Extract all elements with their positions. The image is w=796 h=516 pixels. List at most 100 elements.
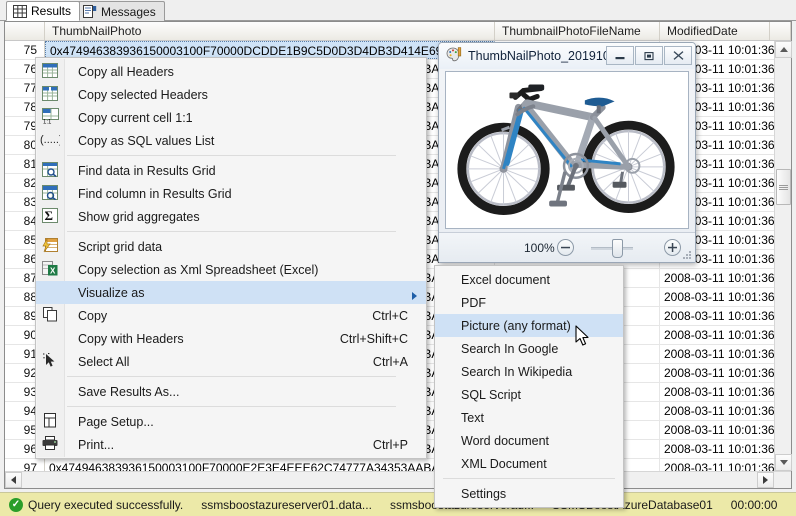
submenu-item-excel-document[interactable]: Excel document xyxy=(435,268,623,291)
vertical-scroll-thumb[interactable] xyxy=(776,169,791,205)
scroll-right-button[interactable] xyxy=(757,472,774,488)
menu-item-copy-as-sql-values-list[interactable]: (.....) Copy as SQL values List xyxy=(36,129,426,152)
copy-all-headers-icon xyxy=(42,62,58,81)
grid-corner-header[interactable] xyxy=(5,22,45,40)
column-header-thumbnailphotofilename[interactable]: ThumbnailPhotoFileName xyxy=(495,22,660,40)
menu-item-label: Copy as SQL values List xyxy=(78,133,215,148)
submenu-item-search-in-wikipedia[interactable]: Search In Wikipedia xyxy=(435,360,623,383)
success-check-icon: ✓ xyxy=(9,497,23,512)
grip-icon xyxy=(779,184,788,191)
menu-item-select-all[interactable]: Select All Ctrl+A xyxy=(36,350,426,373)
submenu-item-text[interactable]: Text xyxy=(435,406,623,429)
menu-item-find-data-in-results-grid[interactable]: Find data in Results Grid xyxy=(36,159,426,182)
submenu-item-settings[interactable]: Settings xyxy=(435,482,623,505)
menu-item-label: Visualize as xyxy=(78,285,145,300)
resize-grip-icon[interactable] xyxy=(680,248,692,260)
cell-modifieddate[interactable]: 2008-03-11 10:01:36.827 xyxy=(660,269,774,287)
palette-icon xyxy=(446,47,462,65)
restore-button[interactable] xyxy=(635,46,663,65)
zoom-out-button[interactable] xyxy=(557,239,574,256)
menu-separator xyxy=(67,376,396,377)
menu-item-page-setup[interactable]: Page Setup... xyxy=(36,410,426,433)
menu-item-visualize-as[interactable]: Visualize as xyxy=(36,281,426,304)
column-header-thumbnailphoto[interactable]: ThumbNailPhoto xyxy=(45,22,495,40)
cell-modifieddate[interactable]: 2008-03-11 10:01:36.827 xyxy=(660,345,774,363)
excel-icon: X xyxy=(36,259,64,281)
column-header-modifieddate[interactable]: ModifiedDate xyxy=(660,22,770,40)
menu-item-show-grid-aggregates[interactable]: Σ Show grid aggregates xyxy=(36,205,426,228)
cell-modifieddate[interactable]: 2008-03-11 10:01:36.827 xyxy=(660,402,774,420)
status-server: ssmsboostazureserver01.data... xyxy=(201,497,372,512)
grid-vertical-scrollbar[interactable] xyxy=(774,41,792,471)
menu-item-script-grid-data[interactable]: Script grid data xyxy=(36,235,426,258)
grid-context-menu[interactable]: Copy all Headers Copy selected Headers 1:1… xyxy=(35,57,427,459)
menu-item-copy-all-headers[interactable]: Copy all Headers xyxy=(36,60,426,83)
menu-item-label: Copy all Headers xyxy=(78,64,174,79)
copy-cell-1to1-icon: 1:1 xyxy=(36,107,64,129)
bicycle-image xyxy=(446,72,688,228)
menu-item-label: Copy xyxy=(78,308,108,323)
status-elapsed: 00:00:00 xyxy=(730,497,778,512)
cell-modifieddate[interactable]: 2008-03-11 10:01:36.827 xyxy=(660,421,774,439)
status-bar: ✓ Query executed successfully. ssmsboost… xyxy=(0,492,796,516)
copy-selected-headers-icon xyxy=(42,85,58,104)
submenu-item-pdf[interactable]: PDF xyxy=(435,291,623,314)
cell-modifieddate[interactable]: 2008-03-11 10:01:36.827 xyxy=(660,326,774,344)
image-preview-window[interactable]: ThumbNailPhoto_2019100... 100% xyxy=(438,42,696,263)
submenu-separator xyxy=(443,478,615,479)
menu-item-label: Find column in Results Grid xyxy=(78,186,232,201)
minimize-button[interactable] xyxy=(606,46,634,65)
menu-item-print[interactable]: Print... Ctrl+P xyxy=(36,433,426,456)
submenu-item-label: Search In Wikipedia xyxy=(461,364,573,379)
cell-modifieddate[interactable]: 2008-03-11 10:01:36.827 xyxy=(660,383,774,401)
submenu-item-sql-script[interactable]: SQL Script xyxy=(435,383,623,406)
submenu-item-picture-any-format[interactable]: Picture (any format) xyxy=(435,314,623,337)
scroll-left-button[interactable] xyxy=(5,472,22,488)
cell-modifieddate[interactable]: 2008-03-11 10:01:36.827 xyxy=(660,307,774,325)
submenu-item-label: PDF xyxy=(461,295,486,310)
find-data-icon xyxy=(42,161,58,180)
cell-thumbnailphoto[interactable]: 0x474946383936150003100F70000E2E3E4EEE62… xyxy=(45,459,495,471)
cell-modifieddate[interactable]: 2008-03-11 10:01:36.827 xyxy=(660,364,774,382)
submenu-item-label: Excel document xyxy=(461,272,550,287)
image-preview-title: ThumbNailPhoto_2019100... xyxy=(468,49,628,63)
copy-icon xyxy=(36,305,64,327)
svg-text:X: X xyxy=(50,266,56,275)
zoom-slider-thumb[interactable] xyxy=(612,239,623,258)
table-row[interactable]: 97 0x474946383936150003100F70000E2E3E4EEE… xyxy=(5,459,774,471)
visualize-as-submenu[interactable]: Excel document PDF Picture (any format) Sea… xyxy=(434,265,624,508)
zoom-in-button[interactable] xyxy=(664,239,681,256)
image-preview-titlebar[interactable]: ThumbNailPhoto_2019100... xyxy=(439,43,695,69)
tab-results[interactable]: Results xyxy=(6,1,81,21)
scroll-down-button[interactable] xyxy=(775,454,792,471)
submenu-item-search-in-google[interactable]: Search In Google xyxy=(435,337,623,360)
image-preview-canvas[interactable] xyxy=(445,71,689,229)
tab-results-label: Results xyxy=(31,4,72,18)
scroll-up-button[interactable] xyxy=(775,41,792,58)
menu-item-copy-selected-headers[interactable]: Copy selected Headers xyxy=(36,83,426,106)
close-button[interactable] xyxy=(664,46,692,65)
menu-item-save-results-as[interactable]: Save Results As... xyxy=(36,380,426,403)
submenu-item-xml-document[interactable]: XML Document xyxy=(435,452,623,475)
submenu-arrow-icon xyxy=(412,289,417,303)
printer-icon xyxy=(36,434,64,456)
find-column-icon xyxy=(36,183,64,205)
tab-messages[interactable]: Messages xyxy=(76,1,165,21)
menu-item-label: Copy selected Headers xyxy=(78,87,208,102)
submenu-item-word-document[interactable]: Word document xyxy=(435,429,623,452)
menu-item-find-column-in-results-grid[interactable]: Find column in Results Grid xyxy=(36,182,426,205)
zoom-level-label: 100% xyxy=(524,240,555,255)
cell-modifieddate[interactable]: 2008-03-11 10:01:36.827 xyxy=(660,440,774,458)
row-number[interactable]: 97 xyxy=(5,459,45,471)
menu-item-copy-current-cell-1-1[interactable]: 1:1 Copy current cell 1:1 xyxy=(36,106,426,129)
menu-item-copy[interactable]: Copy Ctrl+C xyxy=(36,304,426,327)
menu-item-copy-with-headers[interactable]: Copy with Headers Ctrl+Shift+C xyxy=(36,327,426,350)
script-grid-icon xyxy=(42,237,58,256)
menu-item-shortcut: Ctrl+Shift+C xyxy=(339,331,408,346)
menu-separator xyxy=(67,406,396,407)
cell-modifieddate[interactable]: 2008-03-11 10:01:36.827 xyxy=(660,288,774,306)
menu-item-copy-selection-as-xml-spreadsheet-excel[interactable]: X Copy selection as Xml Spreadsheet (Exce… xyxy=(36,258,426,281)
grid-horizontal-scrollbar[interactable] xyxy=(5,471,791,488)
cell-modifieddate[interactable]: 2008-03-11 10:01:36.827 xyxy=(660,459,774,471)
menu-separator xyxy=(67,231,396,232)
